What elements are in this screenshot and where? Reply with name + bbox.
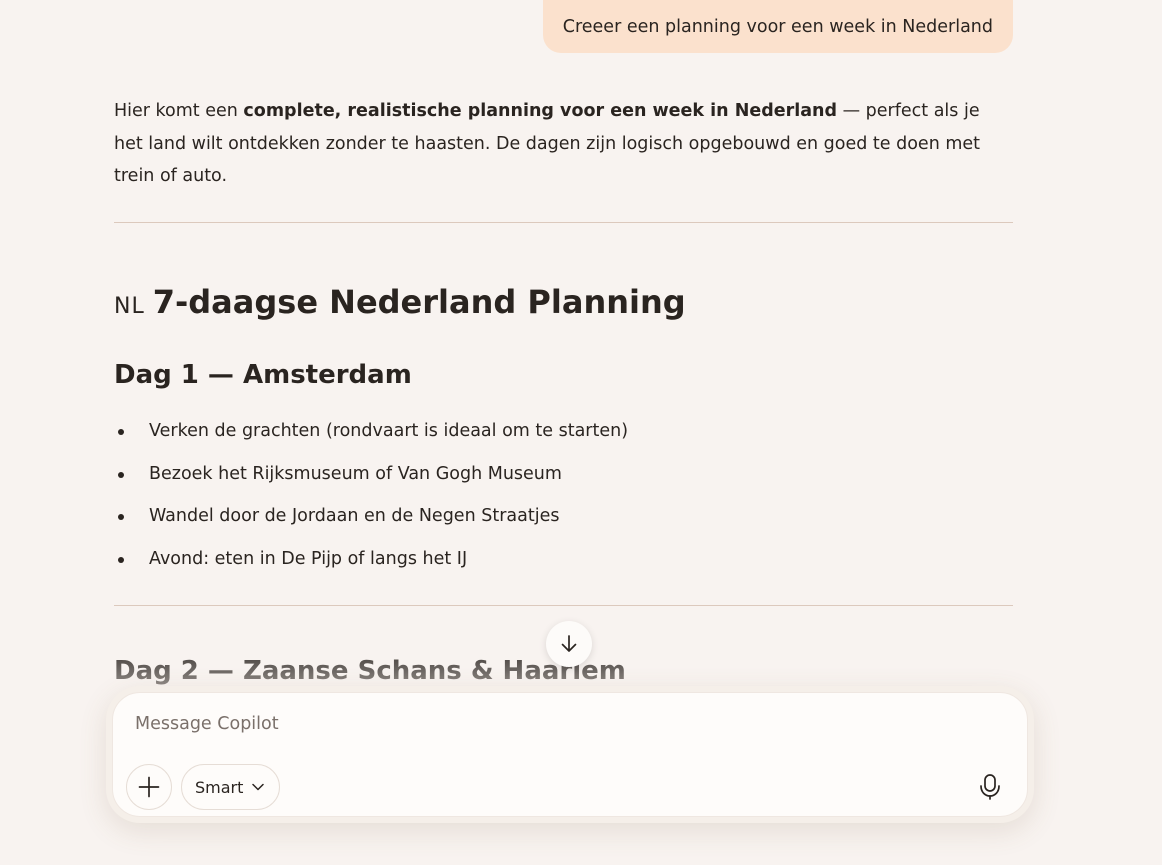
- response-intro: Hier komt een complete, realistische pla…: [114, 95, 1013, 193]
- list-item-text: Avond: eten in De Pijp of langs het IJ: [149, 548, 468, 569]
- bullet: [118, 514, 124, 520]
- divider: [114, 222, 1013, 223]
- list-item: Bezoek het Rijksmuseum of Van Gogh Museu…: [114, 457, 628, 500]
- chevron-down-icon: [252, 783, 265, 791]
- user-message-text: Creeer een planning voor een week in Ned…: [562, 16, 993, 37]
- day-1-heading: Dag 1 — Amsterdam: [114, 360, 412, 390]
- list-item: Verken de grachten (rondvaart is ideaal …: [114, 414, 628, 457]
- list-item: Avond: eten in De Pijp of langs het IJ: [114, 542, 628, 585]
- bullet: [118, 556, 124, 563]
- bullet: [118, 471, 124, 478]
- composer-box: Smart: [112, 692, 1028, 817]
- microphone-button[interactable]: [967, 764, 1013, 810]
- add-attachment-button[interactable]: [126, 764, 172, 810]
- flag-label: NL: [114, 294, 145, 319]
- plan-title: NL 7-daagse Nederland Planning: [114, 280, 686, 329]
- list-item: Wandel door de Jordaan en de Negen Straa…: [114, 499, 628, 542]
- scroll-to-bottom-button[interactable]: [546, 621, 592, 667]
- list-item-text: Wandel door de Jordaan en de Negen Straa…: [149, 506, 560, 526]
- intro-prefix: Hier komt een: [114, 101, 244, 121]
- list-item-text: Bezoek het Rijksmuseum of Van Gogh Museu…: [149, 463, 562, 484]
- microphone-icon: [980, 774, 1000, 800]
- day-1-list: Verken de grachten (rondvaart is ideaal …: [114, 414, 628, 584]
- plan-title-text: 7-daagse Nederland Planning: [152, 283, 686, 321]
- message-composer: Smart: [106, 686, 1034, 823]
- bullet: [118, 429, 124, 435]
- message-input[interactable]: [133, 707, 957, 741]
- list-item-text: Verken de grachten (rondvaart is ideaal …: [149, 421, 629, 441]
- day-2-heading: Dag 2 — Zaanse Schans & Haarlem: [114, 656, 626, 686]
- user-message-bubble: Creeer een planning voor een week in Ned…: [542, 0, 1013, 53]
- arrow-down-icon: [561, 635, 577, 652]
- plus-icon: [138, 776, 160, 798]
- divider: [114, 605, 1013, 606]
- mode-selector-button[interactable]: Smart: [181, 764, 281, 810]
- mode-label: Smart: [195, 777, 244, 797]
- intro-bold: complete, realistische planning voor een…: [243, 101, 838, 121]
